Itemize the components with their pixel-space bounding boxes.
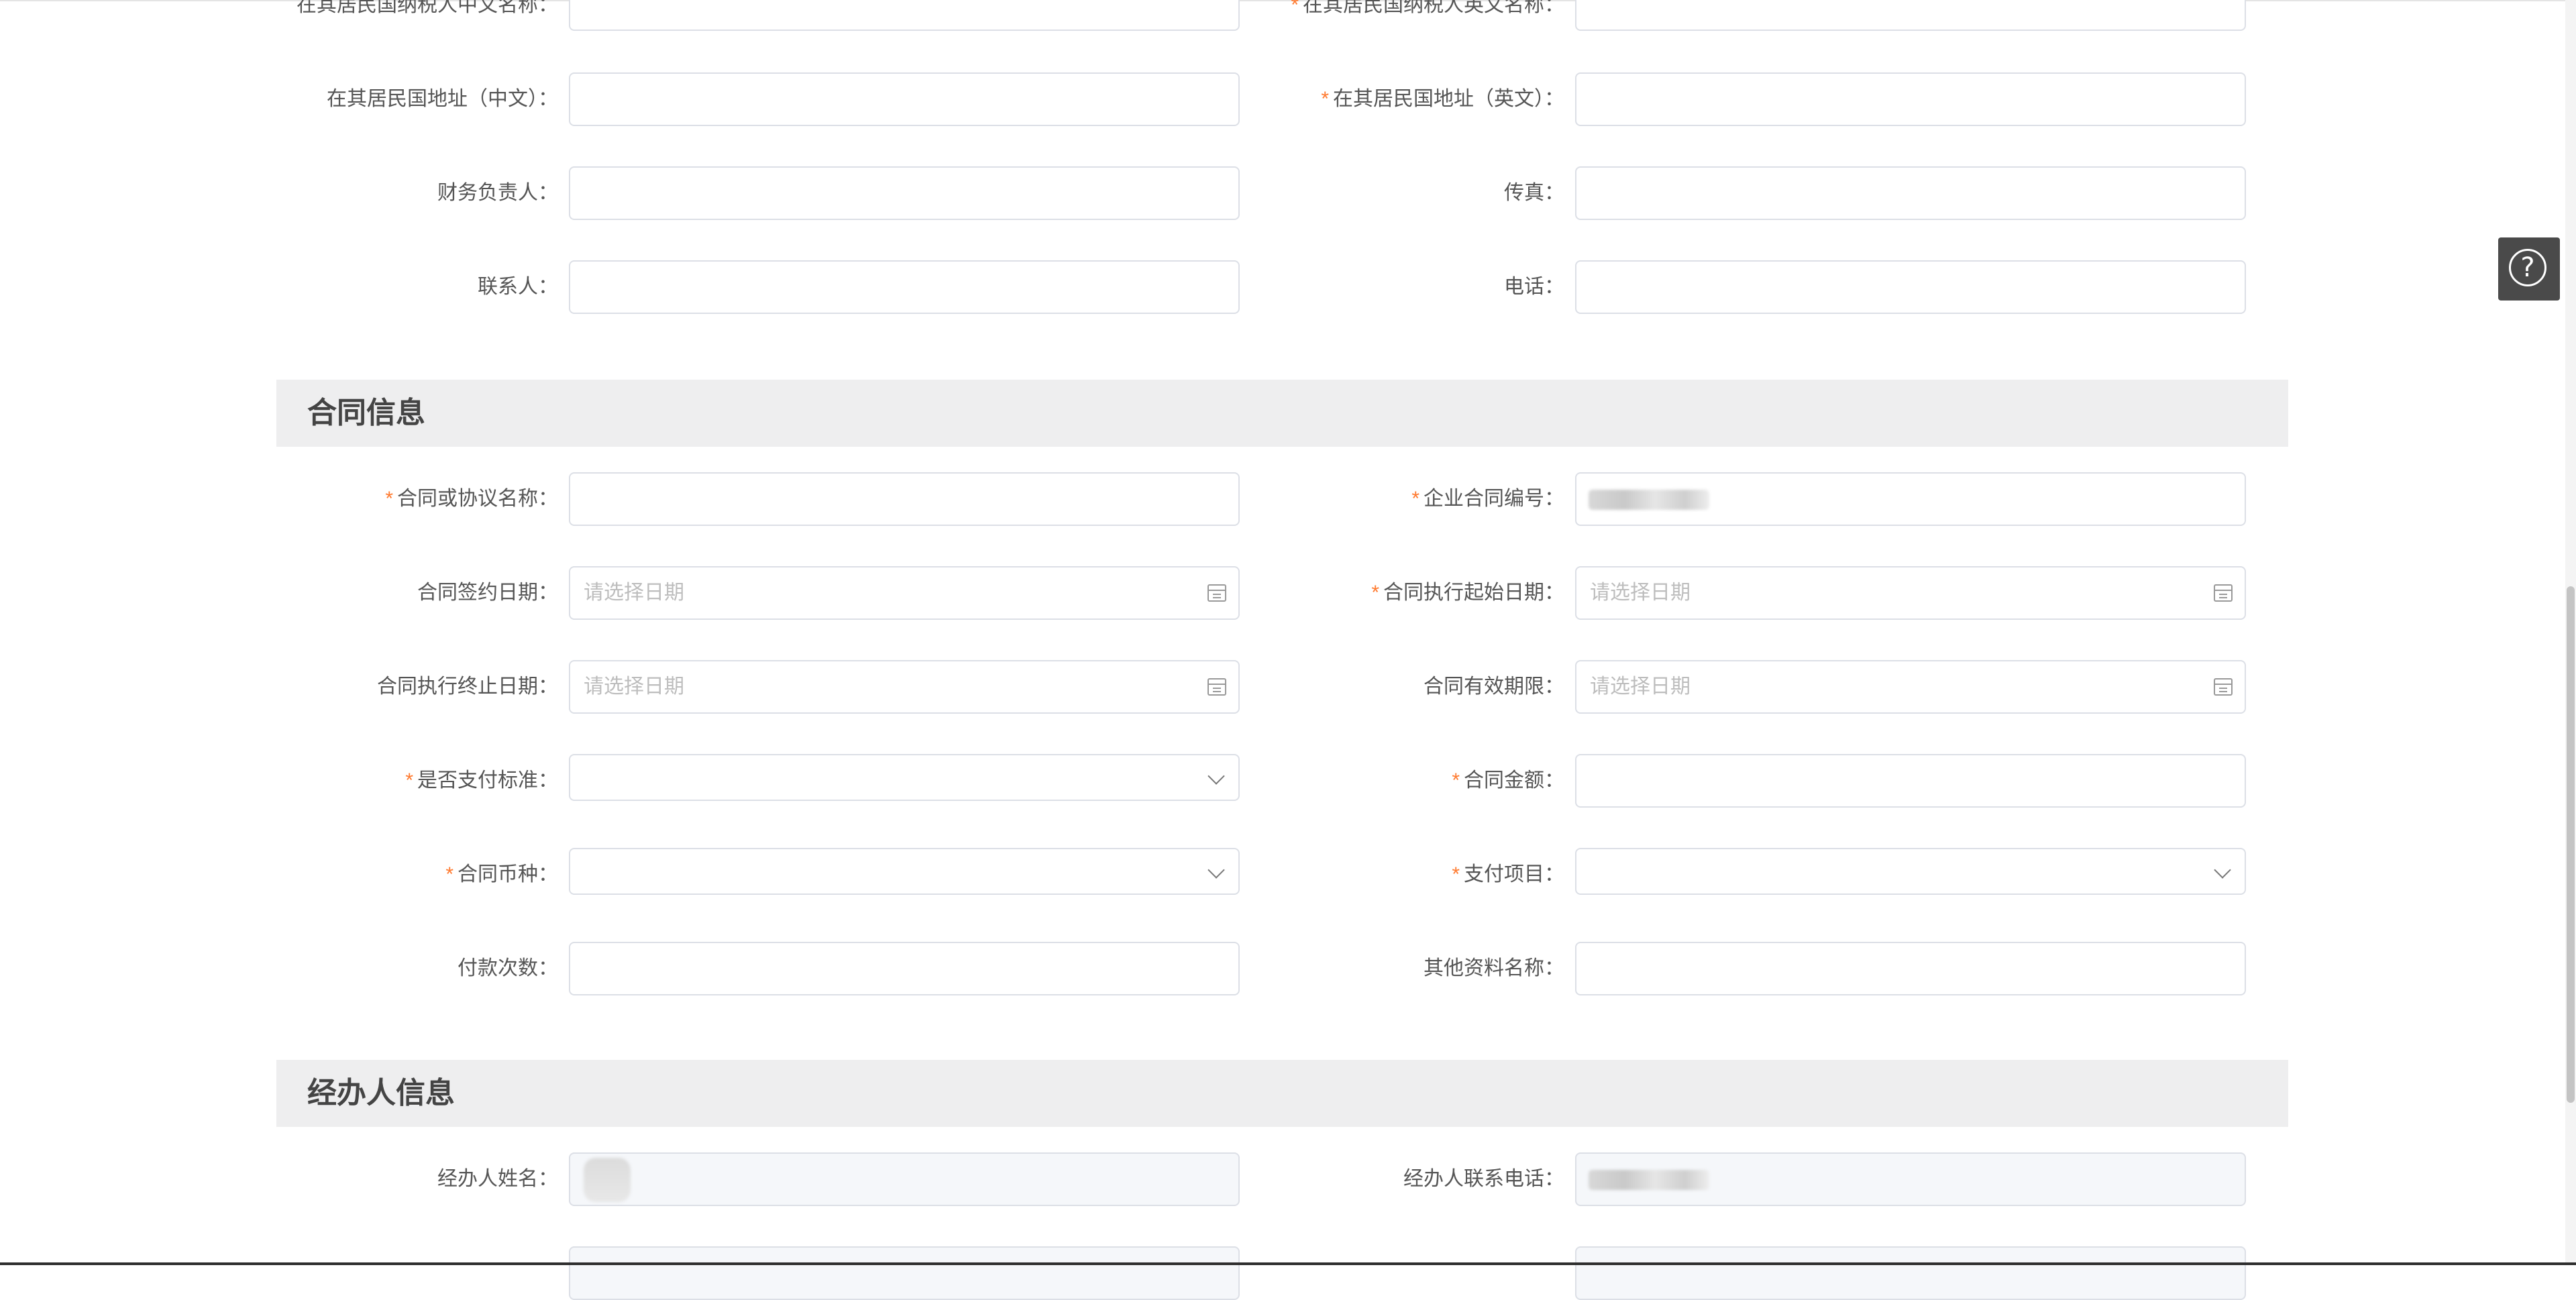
valid-period-label: 合同有效期限： <box>1424 675 1564 698</box>
calendar-icon[interactable] <box>2214 678 2233 696</box>
redacted-value <box>584 1158 631 1202</box>
redacted-value <box>1589 490 1709 510</box>
other-docs-input[interactable] <box>1575 942 2246 995</box>
sign-date-picker[interactable]: 请选择日期 <box>569 566 1240 620</box>
phone-label: 电话： <box>1504 276 1564 298</box>
contract-section-title: 合同信息 <box>307 396 425 429</box>
exec-start-date-picker[interactable]: 请选择日期 <box>1575 566 2246 620</box>
agent-extra-input-2[interactable] <box>1575 1246 2246 1300</box>
chevron-down-icon[interactable] <box>2214 861 2231 879</box>
chevron-down-icon[interactable] <box>1208 861 1225 879</box>
valid-period-placeholder: 请选择日期 <box>1590 675 1690 698</box>
calendar-icon[interactable] <box>2214 584 2233 602</box>
contract-code-label: * 企业合同编号： <box>1411 488 1564 510</box>
residence-en-name-label: * 在其居民国纳税人英文名称： <box>1291 0 1564 16</box>
residence-addr-en-label: * 在其居民国地址（英文）： <box>1321 88 1564 110</box>
exec-start-date-label: * 合同执行起始日期： <box>1371 582 1564 604</box>
bottom-edge <box>0 1262 2576 1265</box>
agent-section-title: 经办人信息 <box>307 1077 455 1109</box>
contract-name-input[interactable] <box>569 472 1240 526</box>
other-docs-label: 其他资料名称： <box>1424 957 1564 979</box>
exec-end-date-label: 合同执行终止日期： <box>377 675 558 698</box>
calendar-icon[interactable] <box>1208 678 1226 696</box>
help-button[interactable]: ? <box>2498 237 2560 301</box>
pay-standard-select[interactable] <box>569 754 1240 801</box>
agent-section-header: 经办人信息 <box>276 1060 2288 1127</box>
residence-addr-cn-label: 在其居民国地址（中文）： <box>327 88 558 110</box>
pay-times-input[interactable] <box>569 942 1240 995</box>
currency-select[interactable] <box>569 848 1240 895</box>
valid-period-picker[interactable]: 请选择日期 <box>1575 660 2246 714</box>
contract-code-input[interactable] <box>1575 472 2246 526</box>
finance-manager-label: 财务负责人： <box>437 182 558 204</box>
phone-input[interactable] <box>1575 260 2246 314</box>
pay-standard-label: * 是否支付标准： <box>405 769 558 792</box>
currency-label: * 合同币种： <box>445 863 558 885</box>
pay-item-select[interactable] <box>1575 848 2246 895</box>
pay-item-label: * 支付项目： <box>1452 863 1564 885</box>
chevron-down-icon[interactable] <box>1208 767 1225 785</box>
residence-addr-en-input[interactable] <box>1575 72 2246 126</box>
contact-input[interactable] <box>569 260 1240 314</box>
contract-section-header: 合同信息 <box>276 380 2288 447</box>
exec-end-date-placeholder: 请选择日期 <box>584 675 684 698</box>
agent-extra-input-1[interactable] <box>569 1246 1240 1300</box>
residence-addr-cn-input[interactable] <box>569 72 1240 126</box>
sign-date-label: 合同签约日期： <box>417 582 558 604</box>
residence-cn-name-label: 在其居民国纳税人中文名称： <box>297 0 558 16</box>
agent-phone-input[interactable] <box>1575 1152 2246 1206</box>
question-mark-icon: ? <box>2509 249 2546 286</box>
agent-phone-label: 经办人联系电话： <box>1403 1168 1564 1190</box>
contract-name-label: * 合同或协议名称： <box>385 488 558 510</box>
calendar-icon[interactable] <box>1208 584 1226 602</box>
fax-label: 传真： <box>1504 182 1564 204</box>
contract-amount-label: * 合同金额： <box>1452 769 1564 792</box>
form-page: 在其居民国纳税人中文名称： * 在其居民国纳税人英文名称： 在其居民国地址（中文）… <box>0 0 2576 1300</box>
scrollbar-thumb[interactable] <box>2567 586 2575 1103</box>
residence-cn-name-input[interactable] <box>569 0 1240 31</box>
pay-times-label: 付款次数： <box>458 957 558 979</box>
contract-amount-input[interactable] <box>1575 754 2246 808</box>
agent-name-input[interactable] <box>569 1152 1240 1206</box>
redacted-value <box>1589 1170 1709 1190</box>
sign-date-placeholder: 请选择日期 <box>584 582 684 604</box>
finance-manager-input[interactable] <box>569 166 1240 220</box>
exec-start-date-placeholder: 请选择日期 <box>1590 582 1690 604</box>
fax-input[interactable] <box>1575 166 2246 220</box>
contact-label: 联系人： <box>478 276 558 298</box>
exec-end-date-picker[interactable]: 请选择日期 <box>569 660 1240 714</box>
residence-en-name-input[interactable] <box>1575 0 2246 31</box>
agent-name-label: 经办人姓名： <box>437 1168 558 1190</box>
